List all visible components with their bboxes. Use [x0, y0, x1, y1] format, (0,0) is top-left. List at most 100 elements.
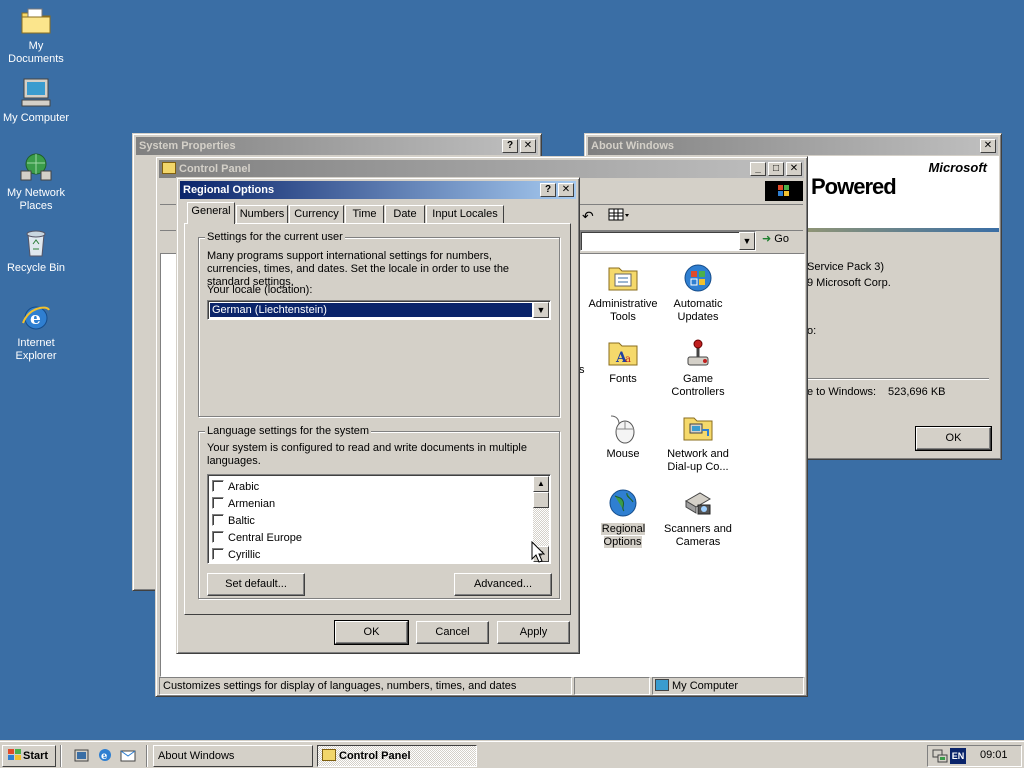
about-windows-titlebar[interactable]: About Windows ✕	[588, 137, 998, 155]
desktop-icon-label: My Computer	[2, 112, 70, 124]
computer-icon	[19, 76, 53, 110]
windows-logo	[765, 181, 803, 201]
window-title: Control Panel	[179, 163, 251, 175]
maximize-button[interactable]: □	[768, 162, 784, 176]
control-panel-icon	[322, 749, 336, 761]
cp-item-regional-options[interactable]: Regional Options	[583, 487, 663, 549]
cp-item-fonts[interactable]: Aa Fonts	[583, 337, 663, 386]
cp-item-label: Administrative Tools	[588, 298, 658, 323]
cp-item-mouse[interactable]: Mouse	[583, 412, 663, 461]
control-panel-titlebar[interactable]: Control Panel _ □ ✕	[159, 160, 804, 178]
internet-explorer-icon: e	[19, 301, 53, 335]
regional-options-titlebar[interactable]: Regional Options ? ✕	[180, 181, 576, 199]
desktop-icon-recycle-bin[interactable]: Recycle Bin	[0, 226, 72, 275]
internet-explorer-icon[interactable]: e	[97, 747, 113, 766]
desktop-icon-my-computer[interactable]: My Computer	[0, 76, 72, 125]
status-zone-label: My Computer	[672, 680, 739, 692]
language-indicator[interactable]: EN	[950, 748, 966, 764]
clock: 09:01	[980, 749, 1008, 761]
chevron-down-icon[interactable]: ▼	[533, 302, 549, 318]
views-icon[interactable]	[608, 208, 630, 225]
automatic-updates-icon	[682, 262, 714, 294]
desktop-icon-label: Recycle Bin	[6, 262, 66, 274]
cp-item-automatic-updates[interactable]: Automatic Updates	[658, 262, 738, 324]
language-item-arabic[interactable]: Arabic	[212, 479, 302, 496]
fonts-icon: Aa	[607, 337, 639, 369]
language-items: Arabic Armenian Baltic Central Europe Cy…	[212, 479, 302, 564]
desktop-icon-my-documents[interactable]: My Documents	[0, 4, 72, 66]
language-list[interactable]: Arabic Armenian Baltic Central Europe Cy…	[207, 474, 551, 564]
memory-label: e to Windows:	[807, 386, 877, 398]
address-dropdown-icon[interactable]: ▼	[739, 232, 755, 250]
task-control-panel[interactable]: Control Panel	[317, 745, 477, 767]
apply-button[interactable]: Apply	[497, 621, 570, 644]
desktop-icon-my-network-places[interactable]: My Network Places	[0, 151, 72, 213]
checkbox[interactable]	[212, 497, 224, 509]
cp-item-label: Automatic Updates	[673, 298, 723, 323]
network-tray-icon[interactable]	[932, 748, 948, 767]
cp-item-label: Game Controllers	[671, 373, 725, 398]
mouse-cursor-icon	[531, 540, 546, 566]
desktop-icon-internet-explorer[interactable]: e Internet Explorer	[0, 301, 72, 363]
recycle-bin-icon	[19, 226, 53, 260]
regional-options-icon	[607, 487, 639, 519]
tab-page: Settings for the current user Many progr…	[184, 223, 571, 615]
tab-numbers[interactable]: Numbers	[236, 205, 288, 223]
language-item-armenian[interactable]: Armenian	[212, 496, 302, 513]
taskbar-divider	[60, 745, 62, 767]
ok-button[interactable]: OK	[915, 426, 992, 451]
tab-general[interactable]: General	[187, 202, 235, 224]
minimize-button[interactable]: _	[750, 162, 766, 176]
help-button[interactable]: ?	[502, 139, 518, 153]
checkbox[interactable]	[212, 514, 224, 526]
control-panel-icon	[162, 162, 176, 174]
language-item-baltic[interactable]: Baltic	[212, 513, 302, 530]
desktop-icon-label: Internet Explorer	[15, 337, 57, 362]
cp-item-game-controllers[interactable]: Game Controllers	[658, 337, 738, 399]
tab-input-locales[interactable]: Input Locales	[426, 205, 504, 223]
scroll-thumb[interactable]	[533, 492, 549, 508]
help-button[interactable]: ?	[540, 183, 556, 197]
regional-options-dialog: Regional Options ? ✕ General Numbers Cur…	[176, 177, 580, 654]
start-button[interactable]: Start	[2, 745, 56, 767]
scroll-up-icon[interactable]: ▲	[533, 476, 549, 492]
close-button[interactable]: ✕	[980, 139, 996, 153]
status-panel	[574, 677, 650, 695]
tab-currency[interactable]: Currency	[289, 205, 344, 223]
checkbox[interactable]	[212, 531, 224, 543]
memory-value: 523,696 KB	[888, 386, 946, 398]
close-button[interactable]: ✕	[558, 183, 574, 197]
set-default-button[interactable]: Set default...	[207, 573, 305, 596]
go-button[interactable]: ➜ Go	[762, 232, 789, 245]
task-about-windows[interactable]: About Windows	[153, 745, 313, 767]
tab-date[interactable]: Date	[385, 205, 425, 223]
system-properties-titlebar[interactable]: System Properties ? ✕	[136, 137, 538, 155]
tab-time[interactable]: Time	[345, 205, 384, 223]
group-legend: Settings for the current user	[205, 231, 345, 243]
mouse-icon	[607, 412, 639, 444]
folder-documents-icon	[19, 4, 53, 38]
checkbox[interactable]	[212, 548, 224, 560]
my-computer-small-icon	[655, 679, 669, 691]
copyright-line: 9 Microsoft Corp.	[807, 277, 891, 289]
undo-icon[interactable]: ↶	[582, 208, 594, 225]
cp-item-network-dialup[interactable]: Network and Dial-up Co...	[658, 412, 738, 474]
language-item-cyrillic[interactable]: Cyrillic	[212, 547, 302, 564]
address-input[interactable]: ▼	[580, 231, 756, 251]
svg-text:a: a	[625, 354, 631, 365]
microsoft-logo: Microsoft	[928, 160, 988, 175]
checkbox[interactable]	[212, 480, 224, 492]
outlook-express-icon[interactable]	[120, 747, 136, 766]
ok-button[interactable]: OK	[334, 620, 409, 645]
language-item-central-europe[interactable]: Central Europe	[212, 530, 302, 547]
cp-item-scanners-cameras[interactable]: Scanners and Cameras	[658, 487, 738, 549]
cp-item-administrative-tools[interactable]: Administrative Tools	[583, 262, 663, 324]
svg-text:e: e	[101, 751, 107, 762]
close-button[interactable]: ✕	[520, 139, 536, 153]
show-desktop-icon[interactable]	[74, 747, 90, 766]
locale-select[interactable]: German (Liechtenstein) ▼	[207, 300, 551, 320]
advanced-button[interactable]: Advanced...	[454, 573, 552, 596]
cp-item-label: Fonts	[609, 373, 637, 385]
close-button[interactable]: ✕	[786, 162, 802, 176]
cancel-button[interactable]: Cancel	[416, 621, 489, 644]
